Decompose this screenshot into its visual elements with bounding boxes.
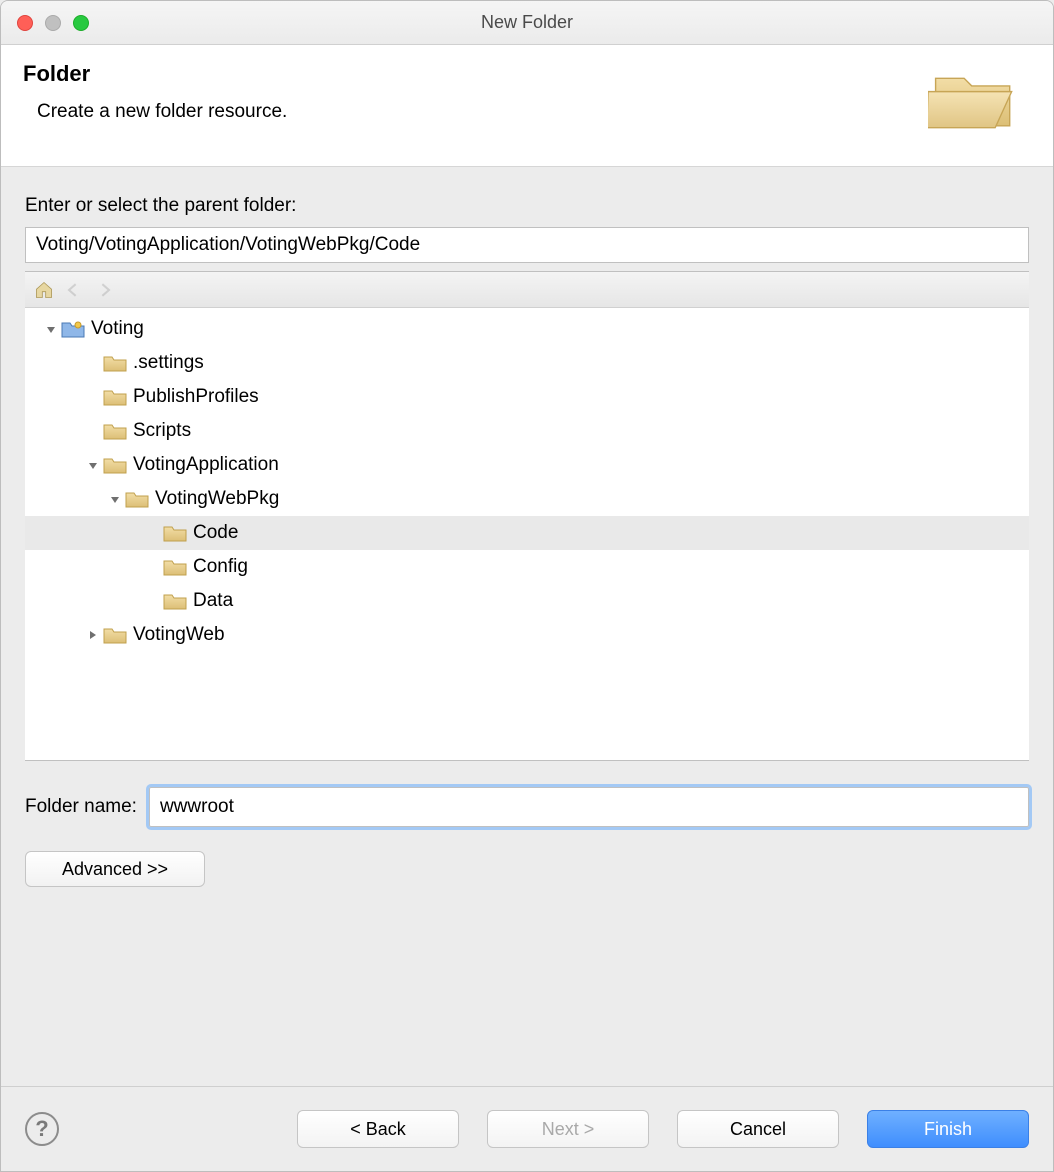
nav-back-icon[interactable] xyxy=(63,279,85,301)
advanced-button[interactable]: Advanced >> xyxy=(25,851,205,887)
tree-item-voting[interactable]: Voting xyxy=(25,312,1029,346)
nav-forward-icon[interactable] xyxy=(93,279,115,301)
project-icon xyxy=(61,319,85,339)
folder-tree-panel: Voting .settings PublishProfiles Scripts Vot… xyxy=(25,271,1029,761)
header-heading: Folder xyxy=(23,61,287,87)
tree-item-code[interactable]: Code xyxy=(25,516,1029,550)
header-subtitle: Create a new folder resource. xyxy=(23,101,287,123)
tree-item-votingapp[interactable]: VotingApplication xyxy=(25,448,1029,482)
home-icon[interactable] xyxy=(33,279,55,301)
minimize-window-button[interactable] xyxy=(45,15,61,31)
next-button[interactable]: Next > xyxy=(487,1110,649,1148)
tree-item-label: .settings xyxy=(133,352,204,374)
folder-icon xyxy=(163,591,187,611)
folder-icon xyxy=(163,557,187,577)
tree-item-label: Scripts xyxy=(133,420,191,442)
titlebar: New Folder xyxy=(1,1,1053,45)
tree-toolbar xyxy=(25,272,1029,308)
folder-hero-icon xyxy=(928,65,1023,140)
maximize-window-button[interactable] xyxy=(73,15,89,31)
window-controls xyxy=(1,15,89,31)
tree-item-label: VotingWeb xyxy=(133,624,225,646)
folder-icon xyxy=(163,523,187,543)
folder-icon xyxy=(103,625,127,645)
parent-folder-label: Enter or select the parent folder: xyxy=(25,195,1029,217)
tree-item-label: Config xyxy=(193,556,248,578)
footer: ? < Back Next > Cancel Finish xyxy=(1,1087,1053,1171)
folder-name-label: Folder name: xyxy=(25,796,137,818)
close-window-button[interactable] xyxy=(17,15,33,31)
tree-item-votingwebpkg[interactable]: VotingWebPkg xyxy=(25,482,1029,516)
disclosure-triangle-icon[interactable] xyxy=(85,627,101,643)
tree-item-settings[interactable]: .settings xyxy=(25,346,1029,380)
window-title: New Folder xyxy=(1,12,1053,33)
help-button[interactable]: ? xyxy=(25,1112,59,1146)
tree-item-label: Voting xyxy=(91,318,144,340)
folder-icon xyxy=(103,387,127,407)
tree-item-label: Code xyxy=(193,522,238,544)
tree-item-label: VotingWebPkg xyxy=(155,488,279,510)
folder-icon xyxy=(125,489,149,509)
finish-button[interactable]: Finish xyxy=(867,1110,1029,1148)
main-panel: Enter or select the parent folder: Votin… xyxy=(1,167,1053,1086)
parent-folder-input[interactable] xyxy=(25,227,1029,263)
folder-icon xyxy=(103,455,127,475)
tree-item-label: PublishProfiles xyxy=(133,386,259,408)
tree-item-label: VotingApplication xyxy=(133,454,279,476)
folder-icon xyxy=(103,421,127,441)
tree-item-label: Data xyxy=(193,590,233,612)
back-button[interactable]: < Back xyxy=(297,1110,459,1148)
tree-item-publish[interactable]: PublishProfiles xyxy=(25,380,1029,414)
folder-name-input[interactable] xyxy=(149,787,1029,827)
folder-tree[interactable]: Voting .settings PublishProfiles Scripts Vot… xyxy=(25,308,1029,760)
tree-item-scripts[interactable]: Scripts xyxy=(25,414,1029,448)
disclosure-triangle-icon[interactable] xyxy=(85,457,101,473)
folder-icon xyxy=(103,353,127,373)
tree-item-votingweb[interactable]: VotingWeb xyxy=(25,618,1029,652)
dialog-window: New Folder Folder Create a new folder re… xyxy=(0,0,1054,1172)
header-panel: Folder Create a new folder resource. xyxy=(1,45,1053,167)
cancel-button[interactable]: Cancel xyxy=(677,1110,839,1148)
disclosure-triangle-icon[interactable] xyxy=(43,321,59,337)
tree-item-data[interactable]: Data xyxy=(25,584,1029,618)
disclosure-triangle-icon[interactable] xyxy=(107,491,123,507)
tree-item-config[interactable]: Config xyxy=(25,550,1029,584)
